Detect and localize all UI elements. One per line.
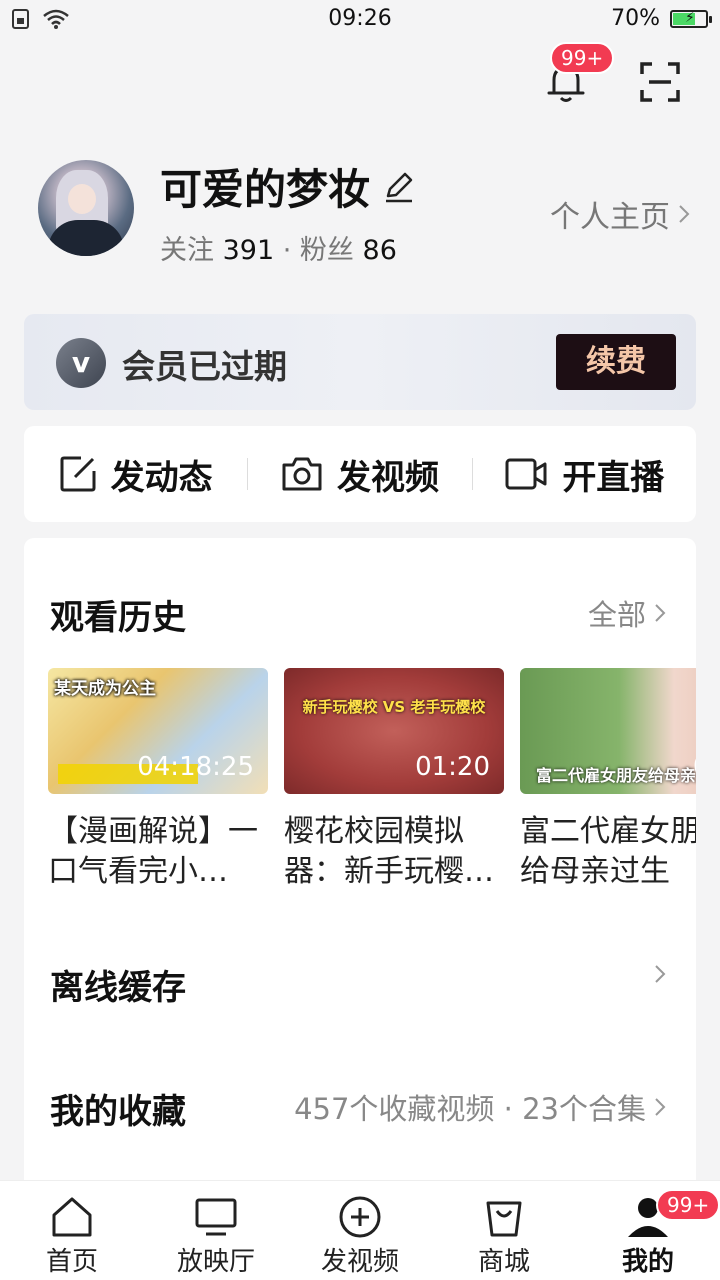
go-live-label: 开直播 <box>562 457 665 498</box>
tab-mine[interactable]: 我的 99+ <box>576 1181 720 1280</box>
history-all-label: 全部 <box>587 598 646 632</box>
live-icon <box>505 458 547 490</box>
vip-card[interactable]: v 会员已过期 续费 <box>24 314 696 410</box>
video-duration: 04:18:25 <box>137 752 254 782</box>
battery-percent: 70% <box>611 6 660 31</box>
offline-chevron <box>654 964 666 984</box>
tv-icon <box>195 1198 237 1236</box>
thumbnail-caption: 新手玩樱校 VS 老手玩樱校 <box>302 698 486 716</box>
favorites-summary: 457个收藏视频 · 23个合集 <box>294 1092 646 1126</box>
tab-mall[interactable]: 商城 <box>432 1181 576 1280</box>
history-title: 观看历史 <box>50 598 186 638</box>
post-video-label: 发视频 <box>336 457 439 498</box>
video-duration: 01:20 <box>415 752 490 782</box>
video-thumbnail: 某天成为公主 04:18:25 <box>48 668 268 794</box>
history-item[interactable]: 富二代雇女朋友给母亲过生 02 富二代雇女朋友给母亲过生 <box>520 668 696 892</box>
video-duration: 02 <box>693 752 696 782</box>
video-title: 【漫画解说】一口气看完小… <box>48 814 258 889</box>
thumbnail-caption: 富二代雇女朋友给母亲过生 <box>536 766 696 785</box>
vip-status: 会员已过期 <box>122 347 287 386</box>
notification-badge: 99+ <box>550 42 615 74</box>
tab-label: 发视频 <box>320 1247 399 1277</box>
bottom-tab-bar: 首页 放映厅 发视频 商城 我的 99+ <box>0 1180 720 1280</box>
follow-label: 关注 <box>160 235 214 266</box>
homepage-link[interactable]: 个人主页 <box>550 192 690 236</box>
post-moment-label: 发动态 <box>110 457 213 498</box>
camera-icon <box>282 457 322 491</box>
bag-icon <box>486 1201 522 1237</box>
tab-cinema[interactable]: 放映厅 <box>144 1181 288 1280</box>
battery-icon: ⚡ <box>670 9 712 28</box>
status-right: 70% ⚡ <box>611 6 712 31</box>
tab-label: 放映厅 <box>176 1247 255 1277</box>
history-all-link[interactable]: 全部 <box>588 592 666 634</box>
stats-separator: · <box>282 235 292 266</box>
tab-label: 商城 <box>477 1247 530 1277</box>
favorites-title: 我的收藏 <box>50 1092 186 1132</box>
post-moment-button[interactable]: 发动态 <box>24 450 247 499</box>
tab-post-video[interactable]: 发视频 <box>288 1181 432 1280</box>
fans-label: 粉丝 <box>299 235 354 266</box>
plus-circle-icon <box>339 1196 381 1238</box>
tab-label: 首页 <box>45 1247 98 1277</box>
username-row: 可爱的梦妆 <box>160 156 416 217</box>
edit-icon <box>60 456 96 492</box>
status-bar: 09:26 70% ⚡ <box>0 0 720 40</box>
chevron-right-icon <box>655 604 666 622</box>
chevron-right-icon <box>655 1098 666 1116</box>
username: 可爱的梦妆 <box>160 165 371 214</box>
follow-stats: 关注 391 · 粉丝 86 <box>160 228 397 267</box>
post-video-button[interactable]: 发视频 <box>248 450 471 499</box>
video-thumbnail: 新手玩樱校 VS 老手玩樱校 01:20 <box>284 668 504 794</box>
mine-badge: 99+ <box>656 1189 720 1221</box>
history-item[interactable]: 某天成为公主 04:18:25 【漫画解说】一口气看完小… <box>48 668 268 892</box>
history-list: 某天成为公主 04:18:25 【漫画解说】一口气看完小… 新手玩樱校 VS 老… <box>48 668 696 892</box>
homepage-label: 个人主页 <box>550 200 670 235</box>
fans-count[interactable]: 86 <box>363 235 397 266</box>
tab-label: 我的 <box>621 1247 674 1277</box>
favorites-summary-link: 457个收藏视频 · 23个合集 <box>294 1086 666 1128</box>
video-thumbnail: 富二代雇女朋友给母亲过生 02 <box>520 668 696 794</box>
offline-title: 离线缓存 <box>50 968 186 1008</box>
vip-logo-icon: v <box>56 338 106 388</box>
scan-icon[interactable] <box>640 62 680 102</box>
header-actions: 99+ <box>544 42 680 104</box>
history-item[interactable]: 新手玩樱校 VS 老手玩樱校 01:20 樱花校园模拟器：新手玩樱… <box>284 668 504 892</box>
thumbnail-caption: 某天成为公主 <box>54 679 156 699</box>
chevron-right-icon <box>655 965 666 983</box>
home-icon <box>52 1197 92 1237</box>
notification-button[interactable]: 99+ <box>544 42 615 104</box>
avatar[interactable] <box>38 160 134 256</box>
video-title: 樱花校园模拟器：新手玩樱… <box>284 814 494 889</box>
renew-button[interactable]: 续费 <box>556 334 676 390</box>
chevron-right-icon <box>679 205 690 223</box>
video-title: 富二代雇女朋友给母亲过生 <box>520 814 696 889</box>
follow-count[interactable]: 391 <box>223 235 275 266</box>
tab-home[interactable]: 首页 <box>0 1181 144 1280</box>
edit-name-icon[interactable] <box>382 170 416 204</box>
go-live-button[interactable]: 开直播 <box>473 450 696 499</box>
main-card: 观看历史 全部 某天成为公主 04:18:25 【漫画解说】一口气看完小… 新手… <box>24 538 696 1198</box>
quick-actions: 发动态 发视频 开直播 <box>24 426 696 522</box>
